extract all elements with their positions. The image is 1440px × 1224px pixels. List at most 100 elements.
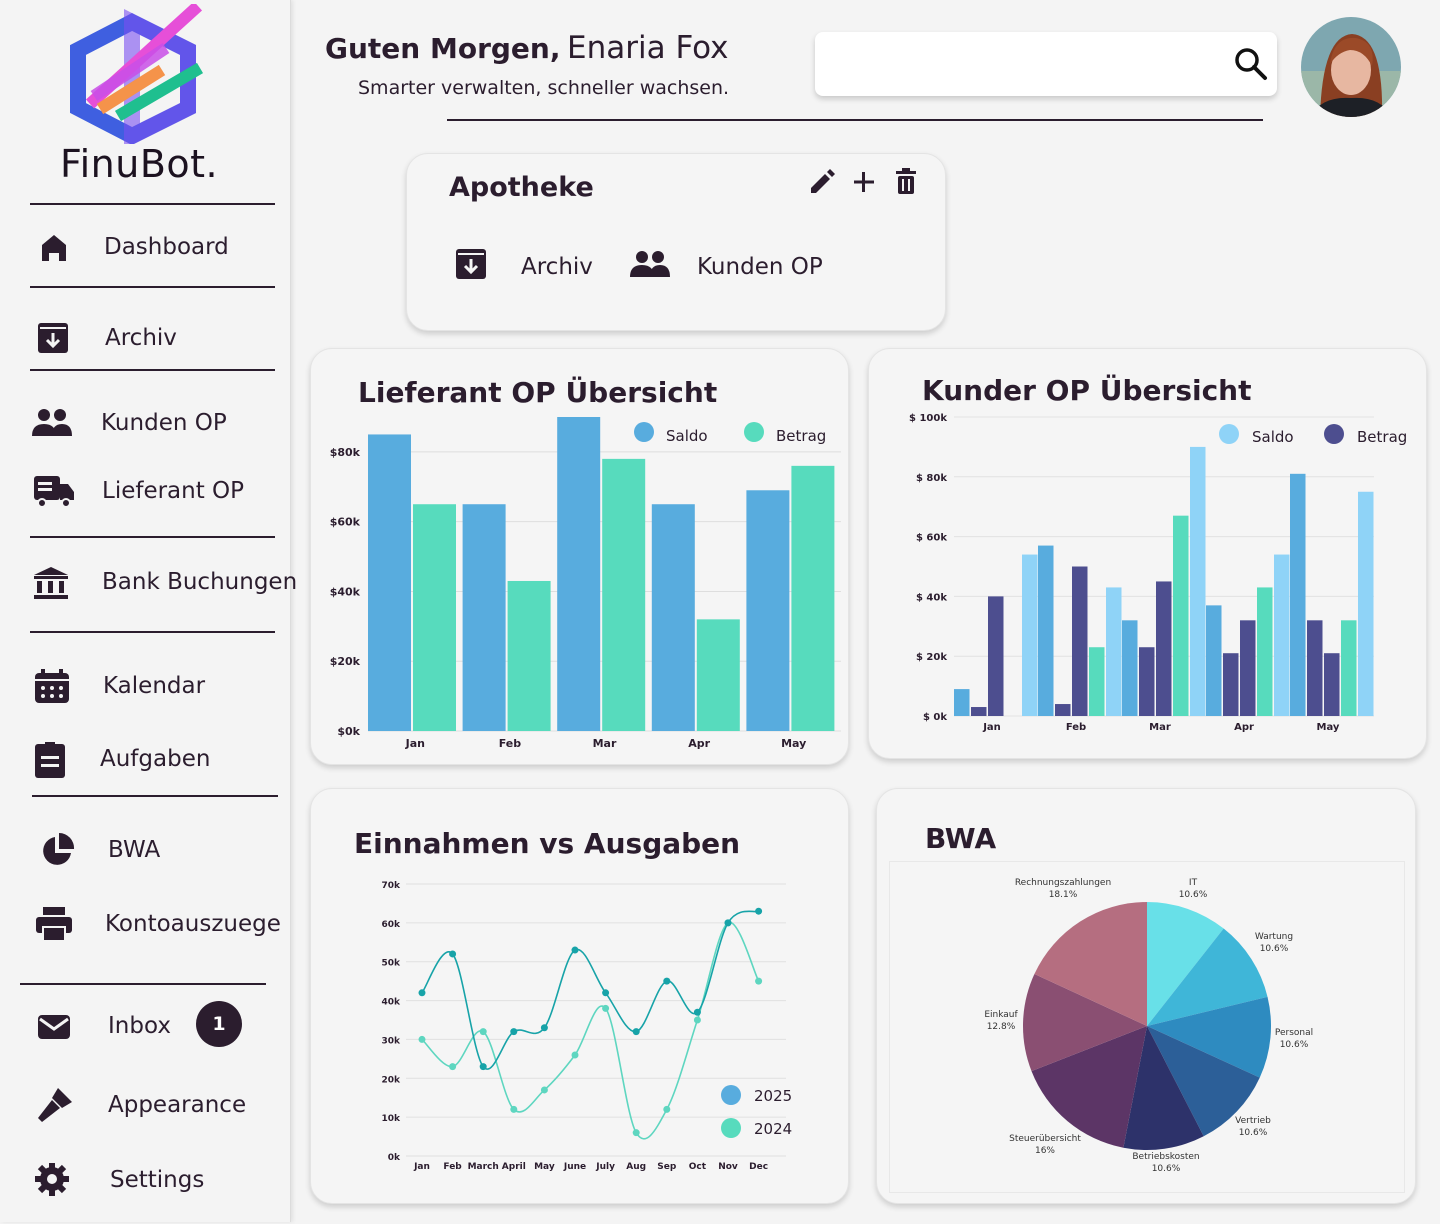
bar	[1257, 587, 1273, 716]
y-tick-label: $ 40k	[916, 592, 947, 603]
data-point	[449, 950, 457, 958]
link-label: Archiv	[521, 254, 593, 280]
sidebar-item-bank-buchungen[interactable]: Bank Buchungen	[28, 559, 297, 607]
data-point	[449, 1063, 457, 1071]
lieferant-op-card: Lieferant OP Übersicht $0k $20k $40k $60k $8…	[310, 348, 849, 765]
data-point	[632, 1129, 640, 1137]
sidebar-item-label: Kontoauszuege	[105, 911, 281, 937]
search-input[interactable]	[831, 44, 1215, 86]
bar	[1274, 554, 1290, 716]
x-tick-label: June	[563, 1162, 586, 1172]
x-tick-label: Aug	[626, 1162, 646, 1172]
divider	[30, 369, 275, 371]
user-name: Enaria Fox	[567, 30, 729, 66]
archive-icon	[456, 249, 486, 279]
sidebar-item-kalendar[interactable]: Kalendar	[28, 663, 283, 711]
printer-icon	[36, 907, 72, 942]
sidebar-item-settings[interactable]: Settings	[28, 1157, 283, 1205]
slice-label: Wartung	[1255, 932, 1293, 942]
inbox-count-badge: 1	[196, 1001, 242, 1047]
bar	[1022, 554, 1038, 716]
y-tick-label: 40k	[381, 998, 401, 1008]
brand-name: FinuBot.	[60, 142, 219, 186]
y-tick-label: $ 20k	[916, 652, 947, 663]
data-point	[632, 1028, 640, 1036]
sidebar-item-kunden-op[interactable]: Kunden OP	[28, 400, 283, 448]
bar-betrag	[507, 580, 551, 731]
slice-label: Steuerübersicht	[1009, 1134, 1081, 1144]
bar	[1307, 620, 1323, 716]
search-icon[interactable]	[1233, 46, 1269, 82]
sidebar-item-kontoauszuege[interactable]: Kontoauszuege	[28, 901, 283, 949]
apotheke-link-archiv[interactable]: Archiv	[451, 248, 631, 288]
plus-icon[interactable]	[851, 169, 877, 195]
x-tick-label: Jan	[982, 722, 1001, 733]
data-point	[418, 1035, 426, 1043]
y-tick-label: 60k	[381, 920, 401, 930]
bar	[1190, 446, 1206, 716]
x-tick-label: Mar	[1149, 722, 1171, 733]
einnahmen-line-chart: 0k 10k 20k 30k 40k 50k 60k 70k Jan Feb March April M…	[381, 881, 792, 1172]
slice-percent: 18.1%	[1049, 890, 1078, 900]
divider	[30, 536, 275, 538]
data-point	[479, 1028, 487, 1036]
search-bar[interactable]	[815, 32, 1277, 96]
y-tick-label: $ 0k	[923, 712, 947, 723]
divider	[30, 631, 275, 633]
edit-icon[interactable]	[807, 169, 835, 197]
sidebar-item-archiv[interactable]: Archiv	[28, 315, 283, 363]
data-point	[510, 1028, 518, 1036]
data-point	[724, 919, 732, 927]
bar	[1106, 587, 1122, 716]
sidebar-item-label: BWA	[108, 837, 161, 863]
data-point	[479, 1063, 487, 1071]
slice-percent: 10.6%	[1260, 944, 1289, 954]
data-point	[755, 907, 763, 915]
kunder-op-card: Kunder OP Übersicht $ 0k $ 20k $ 40k $ 60k $…	[868, 348, 1427, 759]
sidebar-item-label: Archiv	[105, 325, 177, 351]
x-tick-label: Feb	[443, 1162, 462, 1172]
y-tick-label: $20k	[330, 655, 361, 668]
sidebar-item-appearance[interactable]: Appearance	[28, 1082, 283, 1130]
bar	[1055, 704, 1071, 716]
bar	[1089, 647, 1105, 716]
data-point	[510, 1105, 518, 1113]
sidebar-item-label: Kalendar	[103, 673, 206, 699]
sidebar-item-inbox[interactable]: Inbox 1	[28, 1001, 283, 1051]
data-point	[540, 1024, 548, 1032]
apotheke-link-kunden-op[interactable]: Kunden OP	[627, 248, 877, 288]
bar-betrag	[791, 465, 835, 731]
data-point	[602, 989, 610, 997]
avatar[interactable]	[1300, 16, 1402, 118]
bar-betrag	[602, 458, 646, 731]
bwa-pie-chart: IT 10.6% Wartung 10.6% Personal 10.6% Vertrieb…	[984, 878, 1313, 1174]
y-tick-label: $ 60k	[916, 533, 947, 544]
trash-icon[interactable]	[893, 168, 919, 196]
slice-percent: 16%	[1035, 1146, 1055, 1156]
bar	[1341, 620, 1357, 716]
y-tick-label: $60k	[330, 516, 361, 529]
divider	[30, 203, 275, 205]
bar	[1324, 653, 1340, 716]
x-tick-label: Oct	[689, 1162, 707, 1172]
sidebar-item-label: Bank Buchungen	[102, 569, 298, 595]
sidebar-item-lieferant-op[interactable]: Lieferant OP	[28, 468, 283, 516]
x-tick-label: Feb	[1066, 722, 1086, 733]
bar	[1240, 620, 1256, 716]
bar-betrag	[413, 504, 456, 731]
sidebar-item-dashboard[interactable]: Dashboard	[28, 224, 283, 272]
x-tick-label: Dec	[749, 1162, 768, 1172]
data-point	[693, 1016, 701, 1024]
greeting: Guten Morgen,	[325, 32, 561, 65]
legend-label: Betrag	[776, 427, 826, 445]
x-tick-label: March	[468, 1162, 499, 1172]
bar	[1072, 566, 1088, 716]
home-icon	[42, 235, 66, 261]
lieferant-bar-chart: $0k $20k $40k $60k $80k Jan Feb Mar Apr May Saldo B…	[330, 417, 841, 750]
data-point	[693, 1008, 701, 1016]
bar	[1122, 620, 1138, 716]
bar	[1358, 491, 1374, 716]
sidebar-item-aufgaben[interactable]: Aufgaben	[28, 736, 283, 784]
sidebar-item-bwa[interactable]: BWA	[28, 827, 283, 875]
task-icon	[35, 742, 65, 778]
